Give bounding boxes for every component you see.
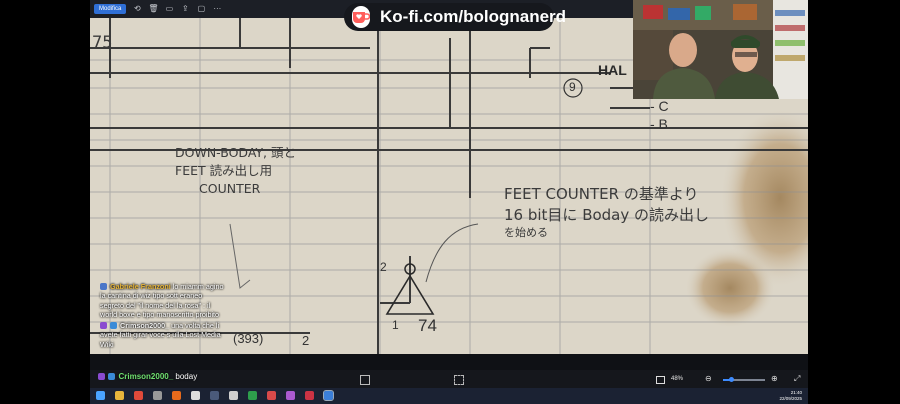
slideshow-icon[interactable]: ▢ <box>196 4 206 14</box>
taskbar: 21:40 22/09/2025 <box>90 388 808 404</box>
stream-frame: 75 HAL 9 - C - B DOWN-BODAY, 頭と FEET 読み出… <box>90 0 808 404</box>
triangle-pin-right: 74 <box>418 316 437 335</box>
chat-username: Gabriele Franzoni <box>110 282 171 291</box>
note-right: FEET COUNTER の基準より 16 bit目に Boday の読み出し … <box>504 184 709 239</box>
print-icon[interactable]: ▭ <box>164 4 174 14</box>
chat-message: Crimson2000_ una volta che li avete fatt… <box>100 321 225 349</box>
zoom-out-icon[interactable]: ⊖ <box>705 374 712 383</box>
note-right-line-2: 16 bit目に Boday の読み出し <box>504 206 710 224</box>
chat-text: boday <box>173 372 198 381</box>
doc-bottom-label-2: 2 <box>302 333 310 348</box>
share-icon[interactable]: ⇪ <box>180 4 190 14</box>
firefox-icon[interactable] <box>172 391 181 400</box>
more-icon[interactable]: ··· <box>212 4 222 14</box>
app-icon-3[interactable] <box>267 391 276 400</box>
triangle-top-number: 2 <box>380 260 387 274</box>
doc-left-number: 75 <box>92 33 113 53</box>
system-clock[interactable]: 21:40 22/09/2025 <box>779 390 802 402</box>
rotate-icon[interactable]: ⟲ <box>132 4 142 14</box>
clock-date: 22/09/2025 <box>779 396 802 401</box>
moderator-badge-icon <box>108 373 116 380</box>
triangle-pin-left: 1 <box>392 318 399 332</box>
file-explorer-icon[interactable] <box>115 391 124 400</box>
fullscreen-icon[interactable] <box>454 375 464 385</box>
moderator-badge-icon <box>110 322 117 330</box>
viewer-bottom-bar <box>90 370 808 388</box>
chat-overlay: Gabriele Franzoni lo miamm agino la cant… <box>100 282 225 349</box>
delete-icon[interactable]: 🗑 <box>148 4 158 14</box>
note-left: DOWN-BODAY, 頭と FEET 読み出し用 COUNTER <box>175 144 296 198</box>
chat-message-latest: Crimson2000_ boday <box>98 372 197 381</box>
steam-icon[interactable] <box>210 391 219 400</box>
image-size-icon[interactable] <box>656 376 665 384</box>
note-right-line-1: FEET COUNTER の基準より <box>504 185 699 203</box>
excel-icon[interactable] <box>248 391 257 400</box>
doc-code-c: - C <box>650 98 669 114</box>
kofi-banner: Ko-fi.com/bolognanerd <box>344 3 566 31</box>
webcam-image <box>633 0 808 99</box>
zoom-level[interactable]: 48% <box>671 376 683 382</box>
zoom-in-icon[interactable]: ⊕ <box>771 374 778 383</box>
chat-username: Crimson2000_ <box>120 321 170 331</box>
kofi-cup-icon <box>352 6 370 28</box>
doc-top-right-label: HAL <box>598 62 627 78</box>
app-icon-2[interactable] <box>229 391 238 400</box>
expand-icon[interactable]: ⤢ <box>794 374 800 384</box>
zoom-slider-handle[interactable] <box>728 377 734 382</box>
chat-message: Gabriele Franzoni lo miamm agino la cant… <box>100 282 225 319</box>
doc-circle-number: 9 <box>569 80 576 94</box>
facebook-badge-icon <box>100 283 107 290</box>
start-icon[interactable] <box>96 391 105 400</box>
note-left-line-3: COUNTER <box>199 181 261 196</box>
app-icon-1[interactable] <box>153 391 162 400</box>
chrome-icon[interactable] <box>134 391 143 400</box>
zoom-slider[interactable] <box>723 377 765 382</box>
app-icon-4[interactable] <box>286 391 295 400</box>
doc-bottom-label: (393) <box>233 331 264 346</box>
photos-icon[interactable] <box>323 390 334 401</box>
note-right-line-3: を始める <box>504 226 548 239</box>
kofi-url: Ko-fi.com/bolognanerd <box>380 7 567 26</box>
note-left-line-2: FEET 読み出し用 <box>175 163 273 178</box>
app-icon-5[interactable] <box>305 391 314 400</box>
chat-username: Crimson2000_ <box>118 372 174 381</box>
obs-icon[interactable] <box>191 391 200 400</box>
webcam-feed <box>633 0 808 99</box>
twitch-badge-icon <box>98 373 105 380</box>
edit-button[interactable]: Modifica <box>94 4 127 14</box>
twitch-badge-icon <box>100 322 107 330</box>
note-left-line-1: DOWN-BODAY, 頭と <box>175 145 297 160</box>
fit-to-window-icon[interactable] <box>360 375 370 385</box>
doc-code-b: - B <box>650 116 668 132</box>
